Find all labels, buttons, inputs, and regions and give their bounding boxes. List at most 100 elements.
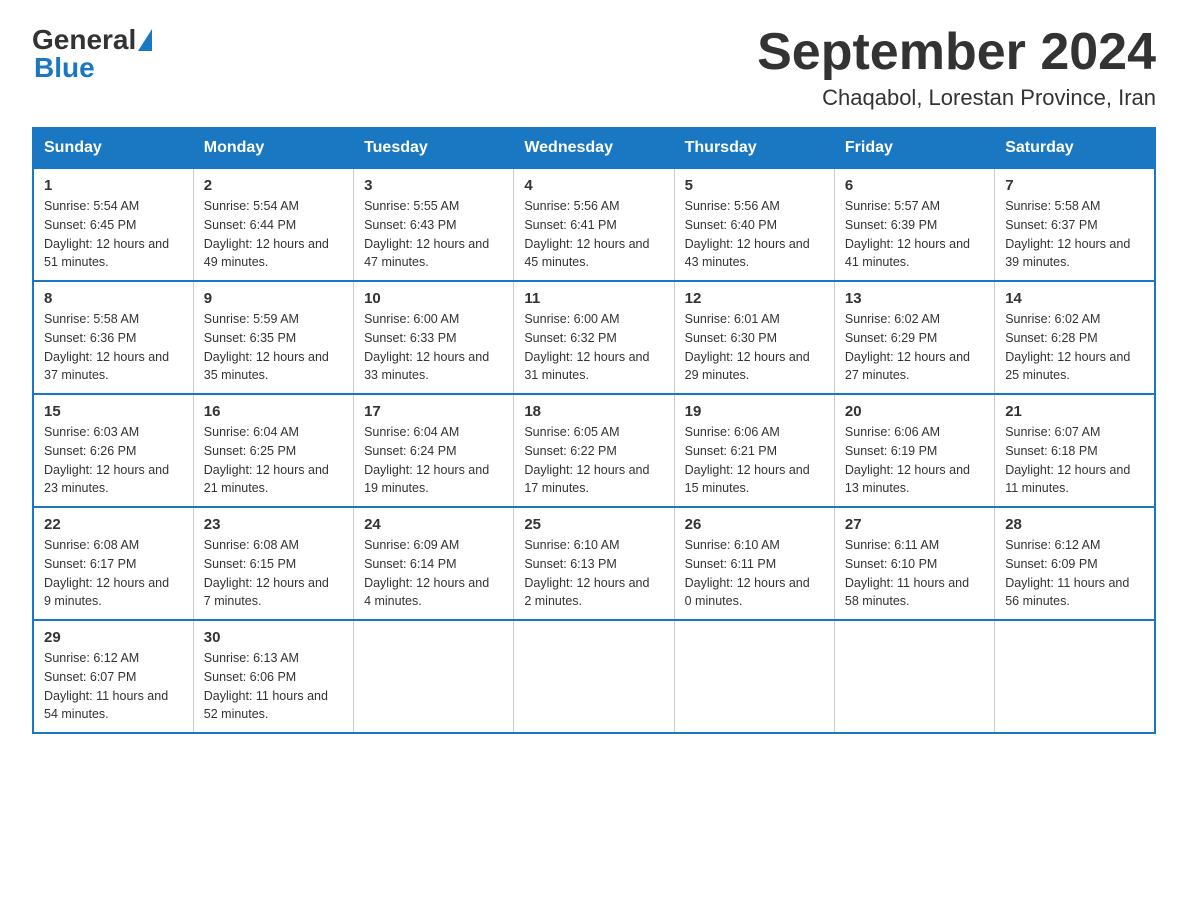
day-info: Sunrise: 6:11 AMSunset: 6:10 PMDaylight:… [845, 536, 984, 611]
calendar-cell: 30 Sunrise: 6:13 AMSunset: 6:06 PMDayligh… [193, 620, 353, 733]
calendar-header-row: SundayMondayTuesdayWednesdayThursdayFrid… [33, 128, 1155, 168]
header-monday: Monday [193, 128, 353, 168]
day-info: Sunrise: 5:56 AMSunset: 6:40 PMDaylight:… [685, 197, 824, 272]
calendar-cell: 9Sunrise: 5:59 AMSunset: 6:35 PMDaylight… [193, 281, 353, 394]
calendar-cell: 29 Sunrise: 6:12 AMSunset: 6:07 PMDayligh… [33, 620, 193, 733]
day-info: Sunrise: 6:02 AMSunset: 6:29 PMDaylight:… [845, 310, 984, 385]
calendar-cell: 23Sunrise: 6:08 AMSunset: 6:15 PMDayligh… [193, 507, 353, 620]
calendar-cell: 15 Sunrise: 6:03 AMSunset: 6:26 PMDayligh… [33, 394, 193, 507]
day-number: 30 [204, 629, 343, 646]
day-number: 7 [1005, 177, 1144, 194]
day-info: Sunrise: 5:55 AMSunset: 6:43 PMDaylight:… [364, 197, 503, 272]
day-info: Sunrise: 6:01 AMSunset: 6:30 PMDaylight:… [685, 310, 824, 385]
calendar-cell: 25 Sunrise: 6:10 AMSunset: 6:13 PMDayligh… [514, 507, 674, 620]
day-info: Sunrise: 6:10 AMSunset: 6:11 PMDaylight:… [685, 536, 824, 611]
calendar-cell: 12 Sunrise: 6:01 AMSunset: 6:30 PMDayligh… [674, 281, 834, 394]
calendar-cell [674, 620, 834, 733]
logo: General Blue [32, 24, 152, 84]
day-number: 24 [364, 516, 503, 533]
day-info: Sunrise: 6:06 AMSunset: 6:21 PMDaylight:… [685, 423, 824, 498]
calendar-cell: 22 Sunrise: 6:08 AMSunset: 6:17 PMDayligh… [33, 507, 193, 620]
day-number: 15 [44, 403, 183, 420]
calendar-cell: 6 Sunrise: 5:57 AMSunset: 6:39 PMDaylight… [834, 168, 994, 281]
calendar-cell: 24 Sunrise: 6:09 AMSunset: 6:14 PMDayligh… [354, 507, 514, 620]
week-row-2: 8Sunrise: 5:58 AMSunset: 6:36 PMDaylight… [33, 281, 1155, 394]
day-info: Sunrise: 6:07 AMSunset: 6:18 PMDaylight:… [1005, 423, 1144, 498]
calendar-cell: 13Sunrise: 6:02 AMSunset: 6:29 PMDayligh… [834, 281, 994, 394]
day-number: 14 [1005, 290, 1144, 307]
day-number: 18 [524, 403, 663, 420]
calendar-cell [514, 620, 674, 733]
calendar-cell: 16Sunrise: 6:04 AMSunset: 6:25 PMDayligh… [193, 394, 353, 507]
calendar-cell: 27Sunrise: 6:11 AMSunset: 6:10 PMDayligh… [834, 507, 994, 620]
calendar-cell: 7 Sunrise: 5:58 AMSunset: 6:37 PMDaylight… [995, 168, 1155, 281]
day-info: Sunrise: 6:04 AMSunset: 6:24 PMDaylight:… [364, 423, 503, 498]
week-row-5: 29 Sunrise: 6:12 AMSunset: 6:07 PMDayligh… [33, 620, 1155, 733]
day-info: Sunrise: 5:58 AMSunset: 6:36 PMDaylight:… [44, 310, 183, 385]
day-info: Sunrise: 5:54 AMSunset: 6:45 PMDaylight:… [44, 197, 183, 272]
day-number: 23 [204, 516, 343, 533]
day-info: Sunrise: 6:06 AMSunset: 6:19 PMDaylight:… [845, 423, 984, 498]
calendar-cell: 17 Sunrise: 6:04 AMSunset: 6:24 PMDayligh… [354, 394, 514, 507]
day-info: Sunrise: 6:09 AMSunset: 6:14 PMDaylight:… [364, 536, 503, 611]
calendar-cell: 4 Sunrise: 5:56 AMSunset: 6:41 PMDaylight… [514, 168, 674, 281]
calendar-cell: 2 Sunrise: 5:54 AMSunset: 6:44 PMDaylight… [193, 168, 353, 281]
day-info: Sunrise: 5:56 AMSunset: 6:41 PMDaylight:… [524, 197, 663, 272]
day-info: Sunrise: 6:08 AMSunset: 6:17 PMDaylight:… [44, 536, 183, 611]
day-number: 2 [204, 177, 343, 194]
day-info: Sunrise: 6:04 AMSunset: 6:25 PMDaylight:… [204, 423, 343, 498]
day-number: 12 [685, 290, 824, 307]
header-sunday: Sunday [33, 128, 193, 168]
calendar-cell [834, 620, 994, 733]
page-title: September 2024 [757, 24, 1156, 81]
calendar-cell: 28 Sunrise: 6:12 AMSunset: 6:09 PMDayligh… [995, 507, 1155, 620]
logo-blue-label: Blue [32, 52, 95, 84]
header-tuesday: Tuesday [354, 128, 514, 168]
calendar-cell: 26 Sunrise: 6:10 AMSunset: 6:11 PMDayligh… [674, 507, 834, 620]
header-wednesday: Wednesday [514, 128, 674, 168]
page-subtitle: Chaqabol, Lorestan Province, Iran [757, 85, 1156, 111]
header-thursday: Thursday [674, 128, 834, 168]
calendar-table: SundayMondayTuesdayWednesdayThursdayFrid… [32, 127, 1156, 734]
day-info: Sunrise: 6:00 AMSunset: 6:33 PMDaylight:… [364, 310, 503, 385]
day-number: 4 [524, 177, 663, 194]
day-number: 5 [685, 177, 824, 194]
day-info: Sunrise: 6:12 AMSunset: 6:09 PMDaylight:… [1005, 536, 1144, 611]
day-number: 11 [524, 290, 663, 307]
day-info: Sunrise: 6:10 AMSunset: 6:13 PMDaylight:… [524, 536, 663, 611]
day-number: 3 [364, 177, 503, 194]
day-info: Sunrise: 5:54 AMSunset: 6:44 PMDaylight:… [204, 197, 343, 272]
day-info: Sunrise: 6:03 AMSunset: 6:26 PMDaylight:… [44, 423, 183, 498]
calendar-cell: 1Sunrise: 5:54 AMSunset: 6:45 PMDaylight… [33, 168, 193, 281]
day-number: 20 [845, 403, 984, 420]
day-number: 25 [524, 516, 663, 533]
calendar-cell: 14 Sunrise: 6:02 AMSunset: 6:28 PMDayligh… [995, 281, 1155, 394]
day-number: 22 [44, 516, 183, 533]
day-number: 29 [44, 629, 183, 646]
day-number: 19 [685, 403, 824, 420]
day-number: 28 [1005, 516, 1144, 533]
day-number: 26 [685, 516, 824, 533]
header-friday: Friday [834, 128, 994, 168]
calendar-cell: 10Sunrise: 6:00 AMSunset: 6:33 PMDayligh… [354, 281, 514, 394]
day-number: 21 [1005, 403, 1144, 420]
day-info: Sunrise: 6:12 AMSunset: 6:07 PMDaylight:… [44, 649, 183, 724]
week-row-3: 15 Sunrise: 6:03 AMSunset: 6:26 PMDayligh… [33, 394, 1155, 507]
calendar-cell: 11Sunrise: 6:00 AMSunset: 6:32 PMDayligh… [514, 281, 674, 394]
day-info: Sunrise: 5:58 AMSunset: 6:37 PMDaylight:… [1005, 197, 1144, 272]
day-info: Sunrise: 6:02 AMSunset: 6:28 PMDaylight:… [1005, 310, 1144, 385]
calendar-cell: 18Sunrise: 6:05 AMSunset: 6:22 PMDayligh… [514, 394, 674, 507]
day-number: 9 [204, 290, 343, 307]
day-info: Sunrise: 5:57 AMSunset: 6:39 PMDaylight:… [845, 197, 984, 272]
calendar-cell: 5 Sunrise: 5:56 AMSunset: 6:40 PMDaylight… [674, 168, 834, 281]
day-number: 17 [364, 403, 503, 420]
calendar-cell: 20 Sunrise: 6:06 AMSunset: 6:19 PMDayligh… [834, 394, 994, 507]
title-block: September 2024 Chaqabol, Lorestan Provin… [757, 24, 1156, 111]
day-number: 6 [845, 177, 984, 194]
page-header: General Blue September 2024 Chaqabol, Lo… [32, 24, 1156, 111]
calendar-cell: 19 Sunrise: 6:06 AMSunset: 6:21 PMDayligh… [674, 394, 834, 507]
week-row-4: 22 Sunrise: 6:08 AMSunset: 6:17 PMDayligh… [33, 507, 1155, 620]
header-saturday: Saturday [995, 128, 1155, 168]
day-info: Sunrise: 6:13 AMSunset: 6:06 PMDaylight:… [204, 649, 343, 724]
calendar-cell [995, 620, 1155, 733]
